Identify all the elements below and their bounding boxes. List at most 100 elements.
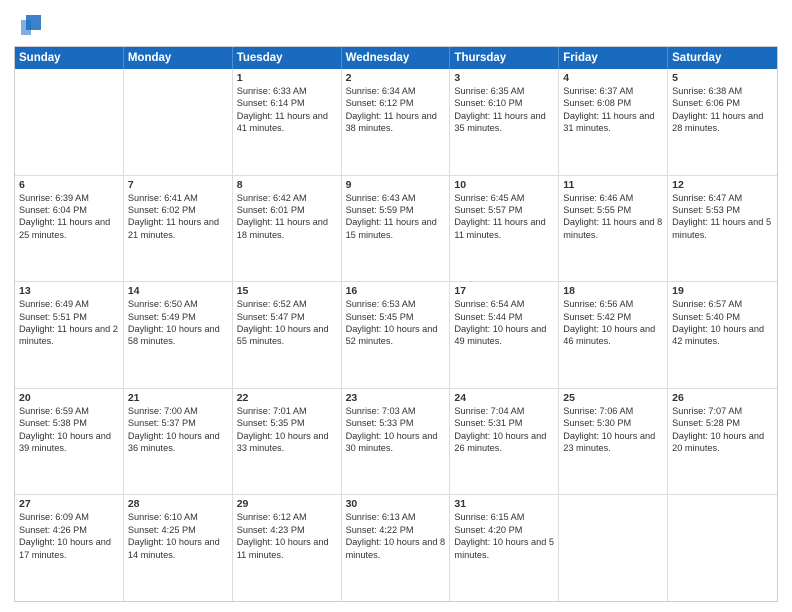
cal-cell-14: 14Sunrise: 6:50 AM Sunset: 5:49 PM Dayli… (124, 282, 233, 388)
cal-cell-12: 12Sunrise: 6:47 AM Sunset: 5:53 PM Dayli… (668, 176, 777, 282)
day-number: 5 (672, 72, 773, 84)
day-info: Sunrise: 7:06 AM Sunset: 5:30 PM Dayligh… (563, 405, 663, 455)
day-info: Sunrise: 6:39 AM Sunset: 6:04 PM Dayligh… (19, 192, 119, 242)
day-number: 8 (237, 179, 337, 191)
calendar: SundayMondayTuesdayWednesdayThursdayFrid… (14, 46, 778, 602)
cal-cell-17: 17Sunrise: 6:54 AM Sunset: 5:44 PM Dayli… (450, 282, 559, 388)
header-day-thursday: Thursday (450, 47, 559, 69)
day-number: 20 (19, 392, 119, 404)
cal-cell-20: 20Sunrise: 6:59 AM Sunset: 5:38 PM Dayli… (15, 389, 124, 495)
day-number: 21 (128, 392, 228, 404)
cal-cell-8: 8Sunrise: 6:42 AM Sunset: 6:01 PM Daylig… (233, 176, 342, 282)
cal-row-3: 20Sunrise: 6:59 AM Sunset: 5:38 PM Dayli… (15, 389, 777, 496)
day-number: 30 (346, 498, 446, 510)
cal-cell-empty-0-1 (124, 69, 233, 175)
day-info: Sunrise: 6:15 AM Sunset: 4:20 PM Dayligh… (454, 511, 554, 561)
day-number: 9 (346, 179, 446, 191)
cal-cell-empty-4-5 (559, 495, 668, 601)
day-info: Sunrise: 6:37 AM Sunset: 6:08 PM Dayligh… (563, 85, 663, 135)
header (14, 10, 778, 40)
day-number: 31 (454, 498, 554, 510)
day-number: 27 (19, 498, 119, 510)
calendar-body: 1Sunrise: 6:33 AM Sunset: 6:14 PM Daylig… (15, 69, 777, 601)
day-number: 1 (237, 72, 337, 84)
day-number: 15 (237, 285, 337, 297)
header-day-sunday: Sunday (15, 47, 124, 69)
cal-row-0: 1Sunrise: 6:33 AM Sunset: 6:14 PM Daylig… (15, 69, 777, 176)
cal-row-1: 6Sunrise: 6:39 AM Sunset: 6:04 PM Daylig… (15, 176, 777, 283)
cal-cell-27: 27Sunrise: 6:09 AM Sunset: 4:26 PM Dayli… (15, 495, 124, 601)
day-info: Sunrise: 6:12 AM Sunset: 4:23 PM Dayligh… (237, 511, 337, 561)
cal-cell-30: 30Sunrise: 6:13 AM Sunset: 4:22 PM Dayli… (342, 495, 451, 601)
day-info: Sunrise: 6:47 AM Sunset: 5:53 PM Dayligh… (672, 192, 773, 242)
day-info: Sunrise: 6:54 AM Sunset: 5:44 PM Dayligh… (454, 298, 554, 348)
day-number: 10 (454, 179, 554, 191)
cal-cell-empty-0-0 (15, 69, 124, 175)
day-number: 14 (128, 285, 228, 297)
day-number: 22 (237, 392, 337, 404)
cal-cell-5: 5Sunrise: 6:38 AM Sunset: 6:06 PM Daylig… (668, 69, 777, 175)
day-number: 25 (563, 392, 663, 404)
cal-cell-26: 26Sunrise: 7:07 AM Sunset: 5:28 PM Dayli… (668, 389, 777, 495)
header-day-monday: Monday (124, 47, 233, 69)
header-day-saturday: Saturday (668, 47, 777, 69)
day-info: Sunrise: 6:42 AM Sunset: 6:01 PM Dayligh… (237, 192, 337, 242)
day-info: Sunrise: 6:43 AM Sunset: 5:59 PM Dayligh… (346, 192, 446, 242)
cal-row-4: 27Sunrise: 6:09 AM Sunset: 4:26 PM Dayli… (15, 495, 777, 601)
day-info: Sunrise: 6:45 AM Sunset: 5:57 PM Dayligh… (454, 192, 554, 242)
day-info: Sunrise: 6:09 AM Sunset: 4:26 PM Dayligh… (19, 511, 119, 561)
cal-cell-1: 1Sunrise: 6:33 AM Sunset: 6:14 PM Daylig… (233, 69, 342, 175)
day-info: Sunrise: 7:04 AM Sunset: 5:31 PM Dayligh… (454, 405, 554, 455)
day-info: Sunrise: 6:34 AM Sunset: 6:12 PM Dayligh… (346, 85, 446, 135)
day-number: 18 (563, 285, 663, 297)
day-info: Sunrise: 6:52 AM Sunset: 5:47 PM Dayligh… (237, 298, 337, 348)
day-number: 6 (19, 179, 119, 191)
day-number: 2 (346, 72, 446, 84)
calendar-header-row: SundayMondayTuesdayWednesdayThursdayFrid… (15, 47, 777, 69)
day-number: 17 (454, 285, 554, 297)
day-number: 19 (672, 285, 773, 297)
cal-cell-18: 18Sunrise: 6:56 AM Sunset: 5:42 PM Dayli… (559, 282, 668, 388)
cal-row-2: 13Sunrise: 6:49 AM Sunset: 5:51 PM Dayli… (15, 282, 777, 389)
cal-cell-2: 2Sunrise: 6:34 AM Sunset: 6:12 PM Daylig… (342, 69, 451, 175)
cal-cell-13: 13Sunrise: 6:49 AM Sunset: 5:51 PM Dayli… (15, 282, 124, 388)
cal-cell-3: 3Sunrise: 6:35 AM Sunset: 6:10 PM Daylig… (450, 69, 559, 175)
cal-cell-21: 21Sunrise: 7:00 AM Sunset: 5:37 PM Dayli… (124, 389, 233, 495)
cal-cell-7: 7Sunrise: 6:41 AM Sunset: 6:02 PM Daylig… (124, 176, 233, 282)
cal-cell-24: 24Sunrise: 7:04 AM Sunset: 5:31 PM Dayli… (450, 389, 559, 495)
day-info: Sunrise: 7:03 AM Sunset: 5:33 PM Dayligh… (346, 405, 446, 455)
day-number: 12 (672, 179, 773, 191)
cal-cell-15: 15Sunrise: 6:52 AM Sunset: 5:47 PM Dayli… (233, 282, 342, 388)
cal-cell-9: 9Sunrise: 6:43 AM Sunset: 5:59 PM Daylig… (342, 176, 451, 282)
logo (14, 10, 46, 40)
day-number: 23 (346, 392, 446, 404)
day-info: Sunrise: 6:53 AM Sunset: 5:45 PM Dayligh… (346, 298, 446, 348)
cal-cell-10: 10Sunrise: 6:45 AM Sunset: 5:57 PM Dayli… (450, 176, 559, 282)
day-info: Sunrise: 6:49 AM Sunset: 5:51 PM Dayligh… (19, 298, 119, 348)
day-number: 7 (128, 179, 228, 191)
cal-cell-16: 16Sunrise: 6:53 AM Sunset: 5:45 PM Dayli… (342, 282, 451, 388)
day-info: Sunrise: 6:35 AM Sunset: 6:10 PM Dayligh… (454, 85, 554, 135)
header-day-wednesday: Wednesday (342, 47, 451, 69)
day-number: 24 (454, 392, 554, 404)
cal-cell-25: 25Sunrise: 7:06 AM Sunset: 5:30 PM Dayli… (559, 389, 668, 495)
day-info: Sunrise: 6:46 AM Sunset: 5:55 PM Dayligh… (563, 192, 663, 242)
cal-cell-22: 22Sunrise: 7:01 AM Sunset: 5:35 PM Dayli… (233, 389, 342, 495)
day-number: 11 (563, 179, 663, 191)
cal-cell-11: 11Sunrise: 6:46 AM Sunset: 5:55 PM Dayli… (559, 176, 668, 282)
cal-cell-23: 23Sunrise: 7:03 AM Sunset: 5:33 PM Dayli… (342, 389, 451, 495)
day-number: 28 (128, 498, 228, 510)
page: SundayMondayTuesdayWednesdayThursdayFrid… (0, 0, 792, 612)
logo-icon (16, 10, 46, 40)
day-info: Sunrise: 6:50 AM Sunset: 5:49 PM Dayligh… (128, 298, 228, 348)
cal-cell-28: 28Sunrise: 6:10 AM Sunset: 4:25 PM Dayli… (124, 495, 233, 601)
cal-cell-4: 4Sunrise: 6:37 AM Sunset: 6:08 PM Daylig… (559, 69, 668, 175)
day-info: Sunrise: 7:07 AM Sunset: 5:28 PM Dayligh… (672, 405, 773, 455)
cal-cell-19: 19Sunrise: 6:57 AM Sunset: 5:40 PM Dayli… (668, 282, 777, 388)
day-number: 13 (19, 285, 119, 297)
day-number: 4 (563, 72, 663, 84)
day-number: 29 (237, 498, 337, 510)
day-info: Sunrise: 6:38 AM Sunset: 6:06 PM Dayligh… (672, 85, 773, 135)
day-info: Sunrise: 6:33 AM Sunset: 6:14 PM Dayligh… (237, 85, 337, 135)
day-number: 16 (346, 285, 446, 297)
